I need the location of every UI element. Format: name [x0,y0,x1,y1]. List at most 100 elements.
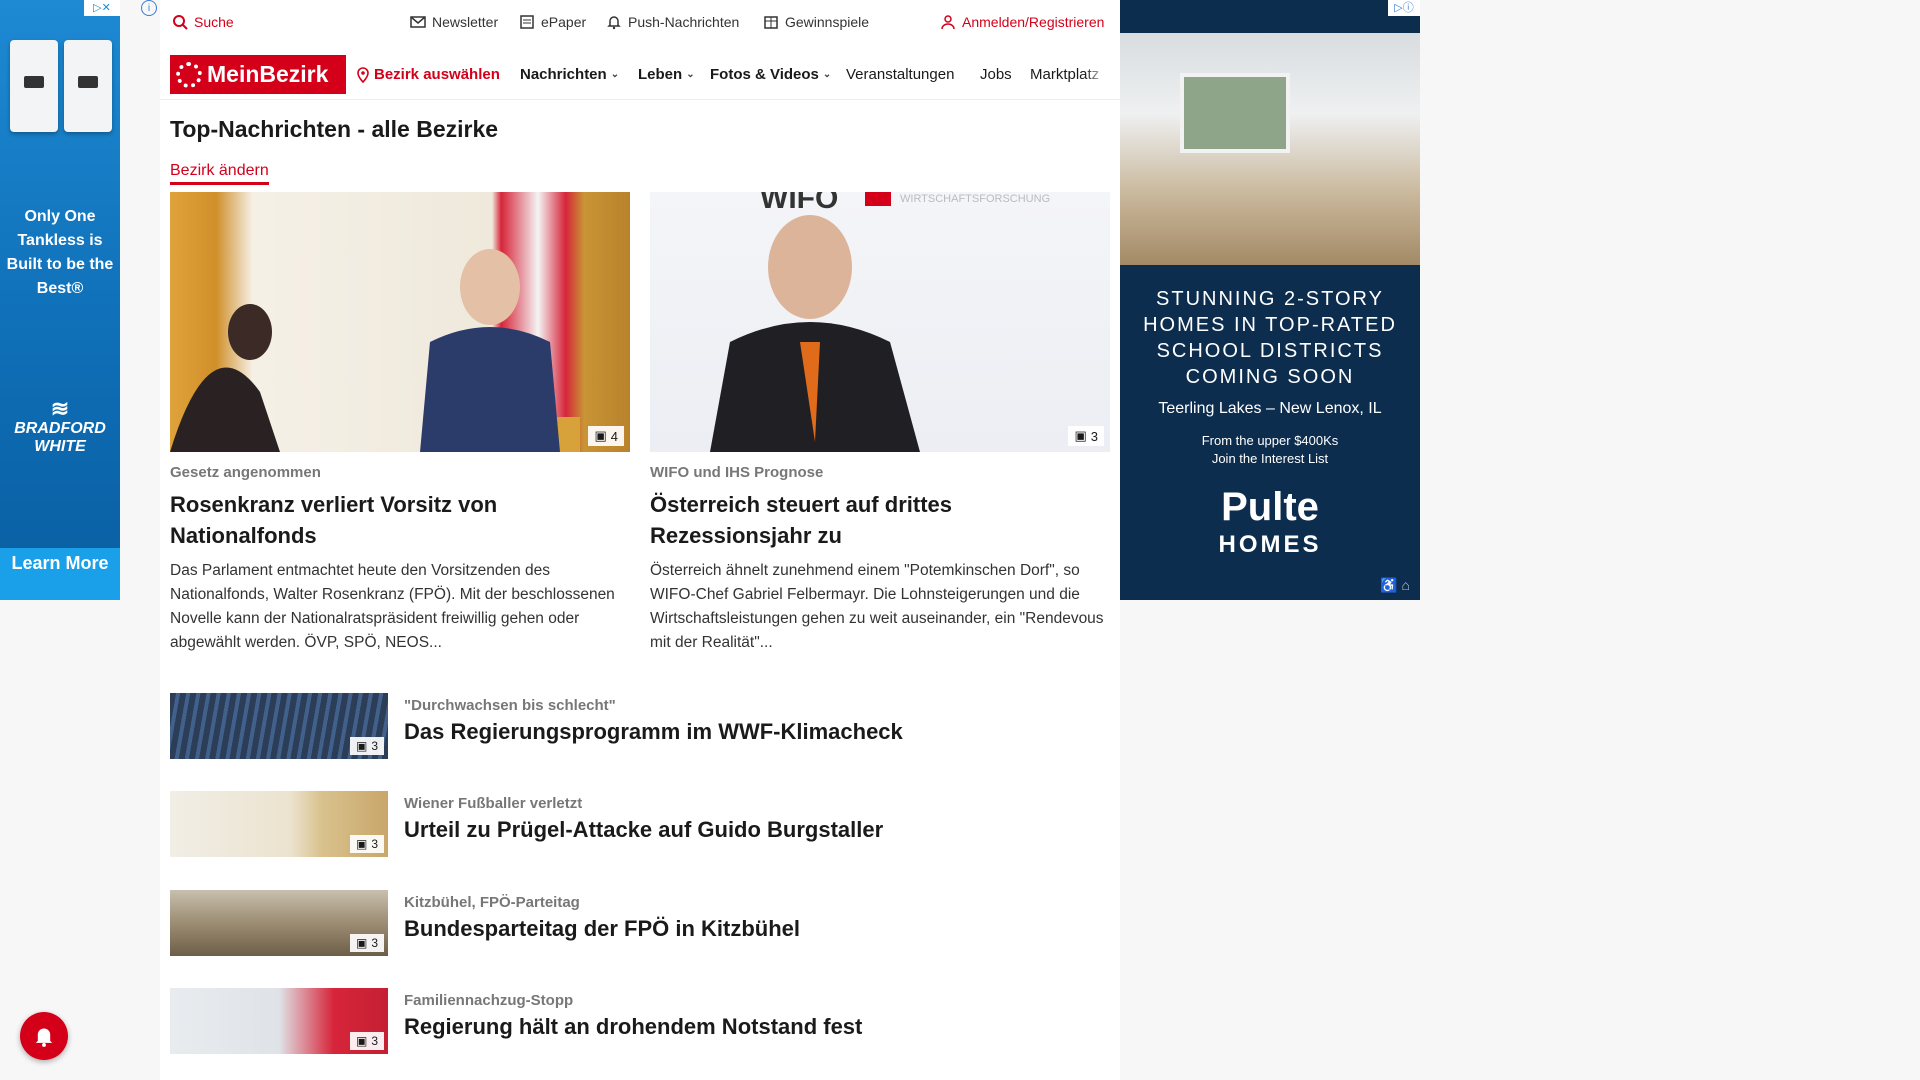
article-kicker: "Durchwachsen bis schlecht" [404,697,616,714]
newsletter-link[interactable]: Newsletter [410,14,498,30]
nav-label: Nachrichten [520,66,607,83]
featured-article[interactable]: ▣ 4 Gesetz angenommen Rosenkranz verliert… [170,192,630,655]
ad-info-icon[interactable]: i [141,0,157,16]
right-ad-price: From the upper $400Ks Join the Interest … [1120,432,1420,468]
logo-text: MeinBezirk [207,61,329,87]
left-ad-tagline: Only One Tankless is Built to be the Bes… [6,208,114,297]
left-ad-banner[interactable]: ▷✕ Only One Tankless is Built to be the … [0,0,120,600]
speaker-illustration: WIFO WIRTSCHAFTSFORSCHUNG [710,192,1050,452]
nav-label: Marktplatz [1030,66,1100,83]
article-headline[interactable]: Urteil zu Prügel-Attacke auf Guido Burgs… [404,817,883,843]
article-photo[interactable]: ▣ 4 [170,192,630,452]
left-ad-brand: ≋ BRADFORD WHITE [6,396,114,456]
bezirk-select[interactable]: Bezirk auswählen [356,66,500,83]
pulte-logo: Pulte HOMES [1120,485,1420,564]
nav-item-veranstaltungen[interactable]: Veranstaltungen [846,66,954,83]
photo-count: 4 [610,428,618,444]
photo-count: 3 [371,936,378,950]
gallery-icon: ▣ [594,428,607,443]
main-content: Suche Newsletter ePaper Push-Nachrichten… [160,0,1120,1080]
article-headline[interactable]: Regierung hält an drohendem Notstand fes… [404,1014,862,1040]
bell-icon [35,1028,53,1047]
article-kicker: Kitzbühel, FPÖ-Parteitag [404,894,580,911]
envelope-icon [410,16,426,28]
push-label: Push-Nachrichten [628,14,740,30]
nav-label: Jobs [980,66,1012,83]
push-link[interactable]: Push-Nachrichten [606,14,739,30]
newsletter-label: Newsletter [432,14,499,30]
nav-label: Fotos & Videos [710,66,819,83]
location-pin-icon [357,66,369,83]
notification-bell-button[interactable] [20,1012,68,1060]
ad-choices-icon[interactable]: ▷ⓘ [1388,0,1420,16]
photo-count: 3 [371,837,378,851]
gift-icon [764,16,778,29]
gewinnspiele-link[interactable]: Gewinnspiele [763,14,869,30]
featured-article[interactable]: WIFO WIRTSCHAFTSFORSCHUNG ▣ 3 WIFO und IH… [650,192,1110,655]
search-icon [173,15,188,30]
site-logo[interactable]: MeinBezirk [170,55,346,94]
nav-item-marktplatz[interactable]: Marktplatz [1030,66,1108,83]
gallery-icon: ▣ [1074,428,1087,443]
nav-item-nachrichten[interactable]: Nachrichten ⌄ [520,66,619,83]
list-item[interactable]: ▣ 3 Kitzbühel, FPÖ-Parteitag Bundespartei… [170,890,1110,956]
gallery-icon: ▣ [355,837,368,851]
article-kicker: Gesetz angenommen [170,464,321,481]
accessibility-icon: ♿ ⌂ [1380,577,1410,593]
utility-bar: Suche Newsletter ePaper Push-Nachrichten… [160,0,1120,46]
ad-choices-icon[interactable]: ▷✕ [84,0,120,16]
article-headline[interactable]: Österreich steuert auf drittes Rezession… [650,489,1110,551]
change-bezirk-link[interactable]: Bezirk ändern [170,162,269,185]
photo-count: 3 [371,739,378,753]
article-kicker: WIFO und IHS Prognose [650,464,824,481]
newspaper-icon [520,15,534,29]
page-title: Top-Nachrichten - alle Bezirke [170,116,499,142]
left-ad-cta-button[interactable]: Learn More [0,548,120,600]
chevron-down-icon: ⌄ [610,69,620,80]
gallery-icon: ▣ [355,739,368,753]
article-photo[interactable]: WIFO WIRTSCHAFTSFORSCHUNG ▣ 3 [650,192,1110,452]
gallery-icon: ▣ [355,1034,368,1048]
list-item[interactable]: ▣ 3 "Durchwachsen bis schlecht" Das Regie… [170,693,1110,759]
epaper-link[interactable]: ePaper [519,14,586,30]
chevron-down-icon: ⌄ [686,69,695,80]
photo-count: 3 [1090,428,1098,444]
brand-logo-icon: ≋ [50,396,70,421]
photo-count-badge: ▣ 3 [349,835,384,853]
right-ad-banner[interactable]: ▷ⓘ STUNNING 2-STORY HOMES IN TOP-RATED S… [1120,0,1420,600]
article-thumbnail[interactable]: ▣ 3 [170,890,388,956]
gallery-icon: ▣ [355,936,368,950]
search-link[interactable]: Suche [172,14,234,30]
nav-item-jobs[interactable]: Jobs [980,66,1012,83]
photo-count-badge: ▣ 3 [1068,426,1104,446]
list-item[interactable]: ▣ 3 Wiener Fußballer verletzt Urteil zu P… [170,791,1110,857]
gewinnspiele-label: Gewinnspiele [785,14,870,30]
logo-mark-icon [176,61,202,88]
photo-count-badge: ▣ 4 [588,426,624,446]
interior-photo [1120,33,1420,265]
nav-item-fotos-videos[interactable]: Fotos & Videos ⌄ [710,66,831,83]
login-link[interactable]: Anmelden/Registrieren [940,14,1104,30]
right-ad-price-line: From the upper $400Ks [1201,433,1339,448]
pulte-brand: Pulte [1221,485,1319,529]
nav-label: Veranstaltungen [846,66,955,83]
list-item[interactable]: ▣ 3 Familiennachzug-Stopp Regierung hält … [170,988,1110,1054]
article-headline[interactable]: Rosenkranz verliert Vorsitz von National… [170,489,630,551]
pulte-homes: HOMES [1218,531,1322,558]
article-thumbnail[interactable]: ▣ 3 [170,693,388,759]
left-ad-brand-text: BRADFORD WHITE [14,420,106,455]
article-headline[interactable]: Das Regierungsprogramm im WWF-Klimacheck [404,719,903,745]
epaper-label: ePaper [541,14,587,30]
user-icon [941,15,955,30]
water-heater-image [6,40,114,140]
nav-item-leben[interactable]: Leben ⌄ [638,66,695,83]
wifo-photo-subtext: WIRTSCHAFTSFORSCHUNG [900,193,1050,205]
article-kicker: Familiennachzug-Stopp [404,992,574,1009]
article-teaser: Das Parlament entmachtet heute den Vorsi… [170,562,615,651]
photo-count-badge: ▣ 3 [349,737,384,755]
article-headline[interactable]: Bundesparteitag der FPÖ in Kitzbühel [404,916,800,942]
article-thumbnail[interactable]: ▣ 3 [170,988,388,1054]
article-thumbnail[interactable]: ▣ 3 [170,791,388,857]
article-kicker: Wiener Fußballer verletzt [404,795,583,812]
photo-count-badge: ▣ 3 [349,1032,384,1050]
